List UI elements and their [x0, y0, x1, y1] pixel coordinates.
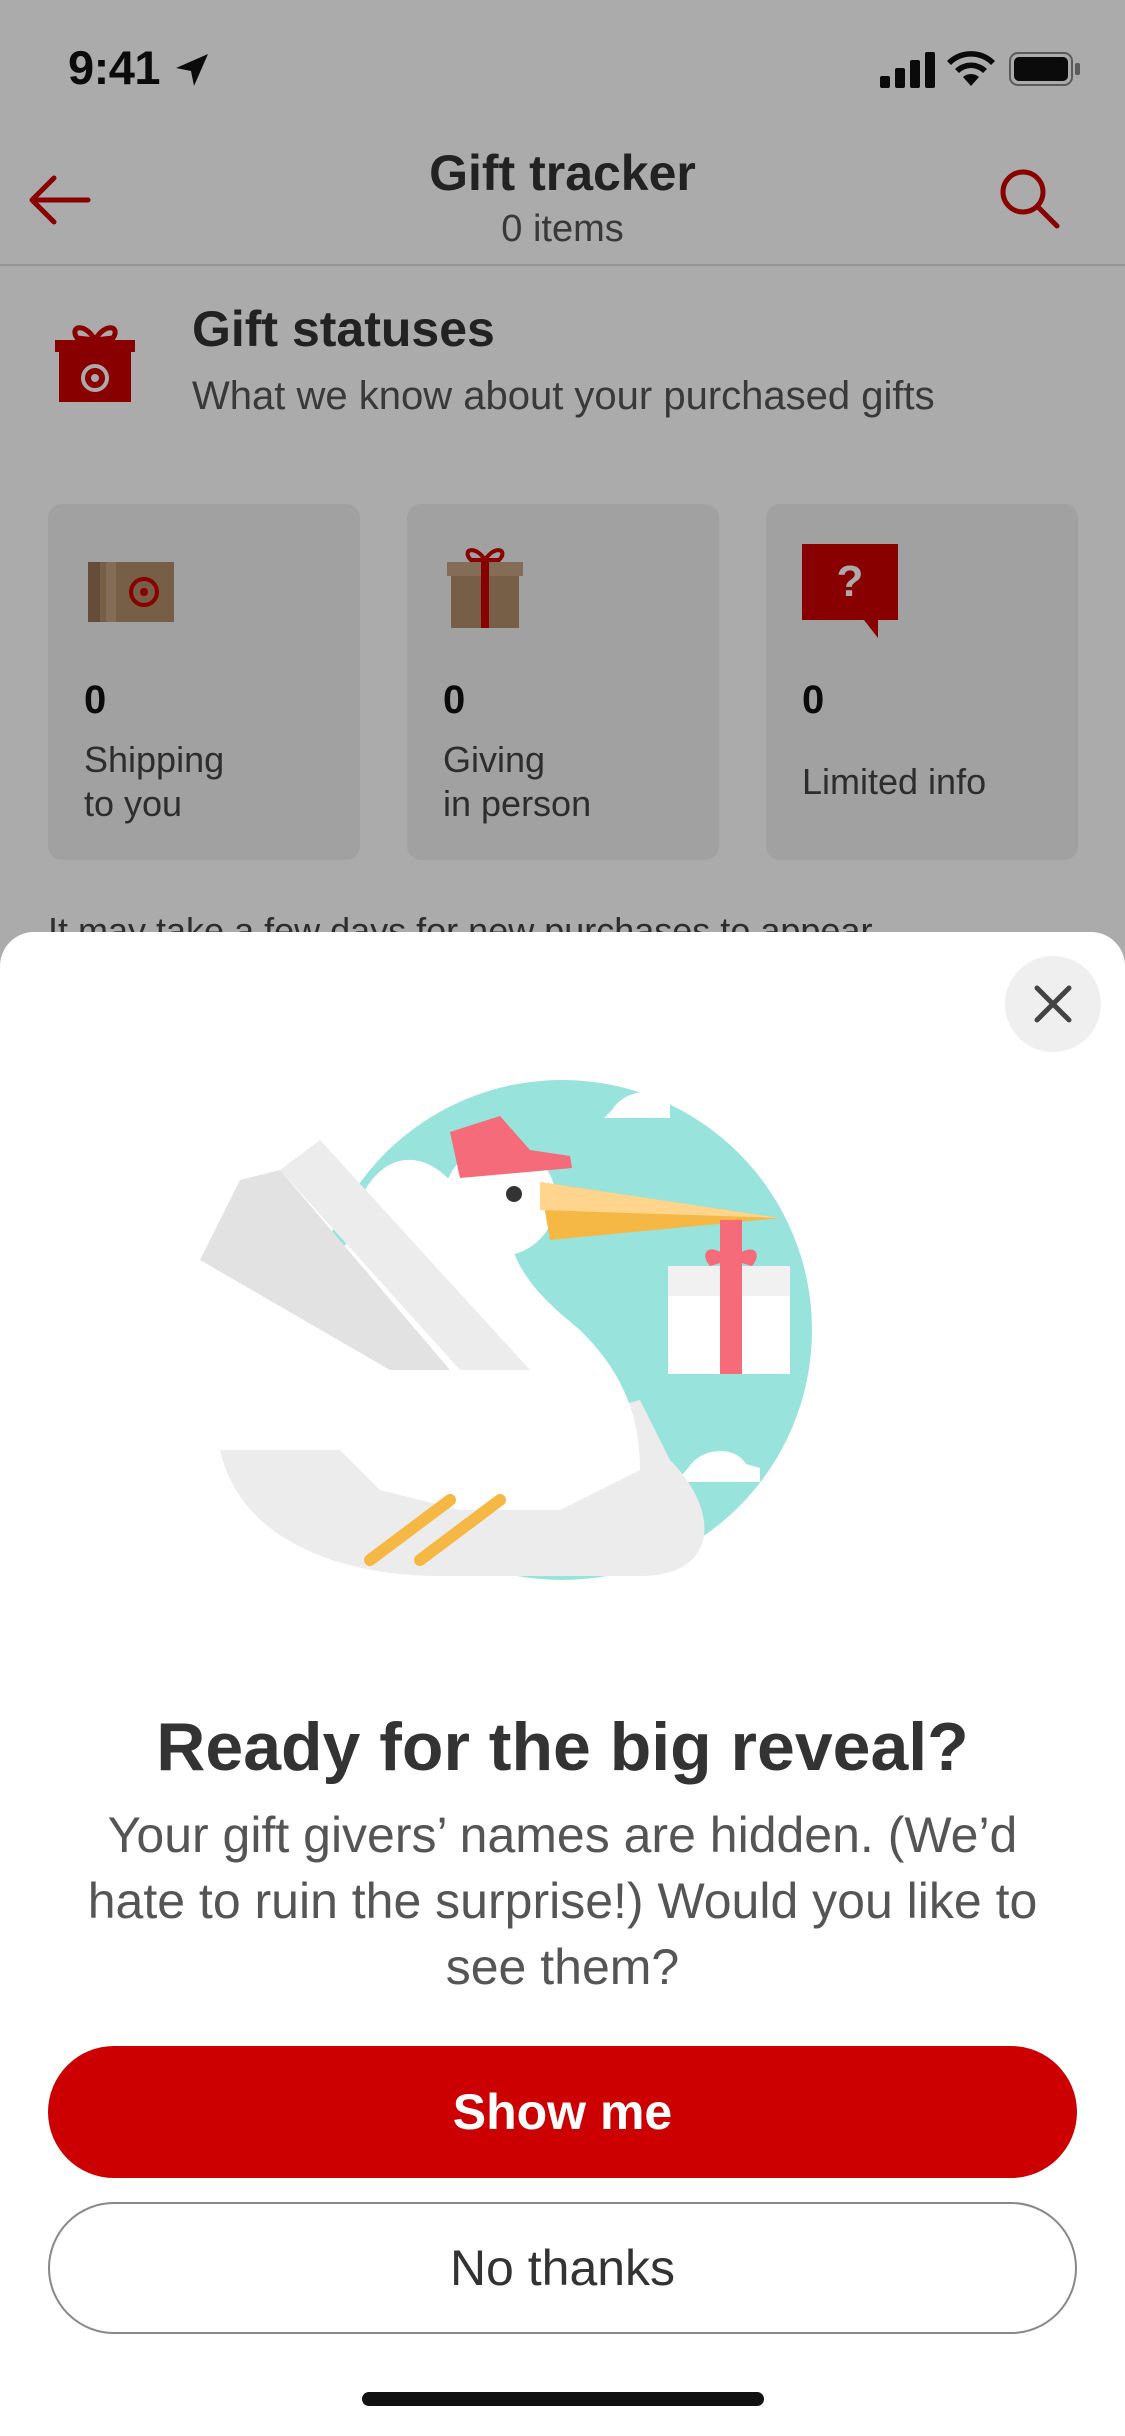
close-icon — [1034, 985, 1072, 1023]
modal-body: Your gift givers’ names are hidden. (We’… — [87, 1807, 1038, 1995]
show-me-button[interactable]: Show me — [48, 2046, 1077, 2178]
no-thanks-button[interactable]: No thanks — [48, 2202, 1077, 2334]
stork-delivery-illustration — [200, 1080, 812, 1580]
home-indicator[interactable] — [362, 2392, 764, 2406]
close-button[interactable] — [1005, 956, 1101, 1052]
modal-title: Ready for the big reveal? — [156, 1709, 969, 1785]
